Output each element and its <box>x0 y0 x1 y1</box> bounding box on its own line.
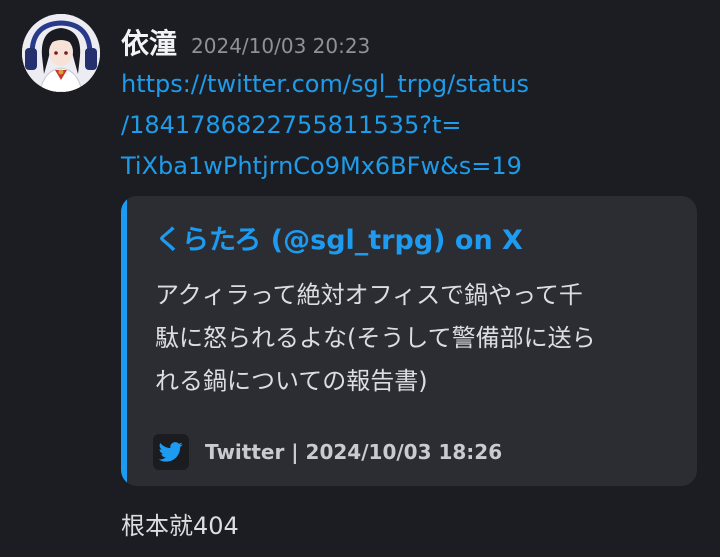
tweet-link-line[interactable]: https://twitter.com/sgl_trpg/status <box>121 64 681 105</box>
user-avatar[interactable] <box>22 14 100 92</box>
tweet-link-line[interactable]: TiXba1wPhtjrnCo9Mx6BFw&s=19 <box>121 146 681 187</box>
embed-description-line: 駄に怒られるよな(そうして警備部に送ら <box>155 324 596 352</box>
author-name[interactable]: 依潼 <box>121 22 177 62</box>
tweet-link-line[interactable]: /1841786822755811535?t= <box>121 105 681 146</box>
embed-footer-text: Twitter | 2024/10/03 18:26 <box>205 440 503 464</box>
tweet-link[interactable]: https://twitter.com/sgl_trpg/status /184… <box>121 64 681 187</box>
embed-footer: Twitter | 2024/10/03 18:26 <box>153 434 502 470</box>
message-text: 根本就404 <box>121 512 239 540</box>
chat-message: 依潼 2024/10/03 20:23 https://twitter.com/… <box>0 0 720 557</box>
embed-description-line: れる鍋についての報告書) <box>155 367 428 395</box>
embed-description-line: アクィラって絶対オフィスで鍋やって千 <box>155 281 583 309</box>
user-avatar-icon <box>22 14 100 92</box>
message-header: 依潼 2024/10/03 20:23 <box>121 22 370 62</box>
embed-description: アクィラって絶対オフィスで鍋やって千 駄に怒られるよな(そうして警備部に送ら れ… <box>155 274 675 403</box>
twitter-bird-icon <box>153 434 189 470</box>
message-timestamp: 2024/10/03 20:23 <box>191 34 371 58</box>
embed-accent-bar <box>121 196 127 486</box>
link-embed-card: くらたろ (@sgl_trpg) on X アクィラって絶対オフィスで鍋やって千… <box>121 196 697 486</box>
embed-title[interactable]: くらたろ (@sgl_trpg) on X <box>155 218 523 257</box>
